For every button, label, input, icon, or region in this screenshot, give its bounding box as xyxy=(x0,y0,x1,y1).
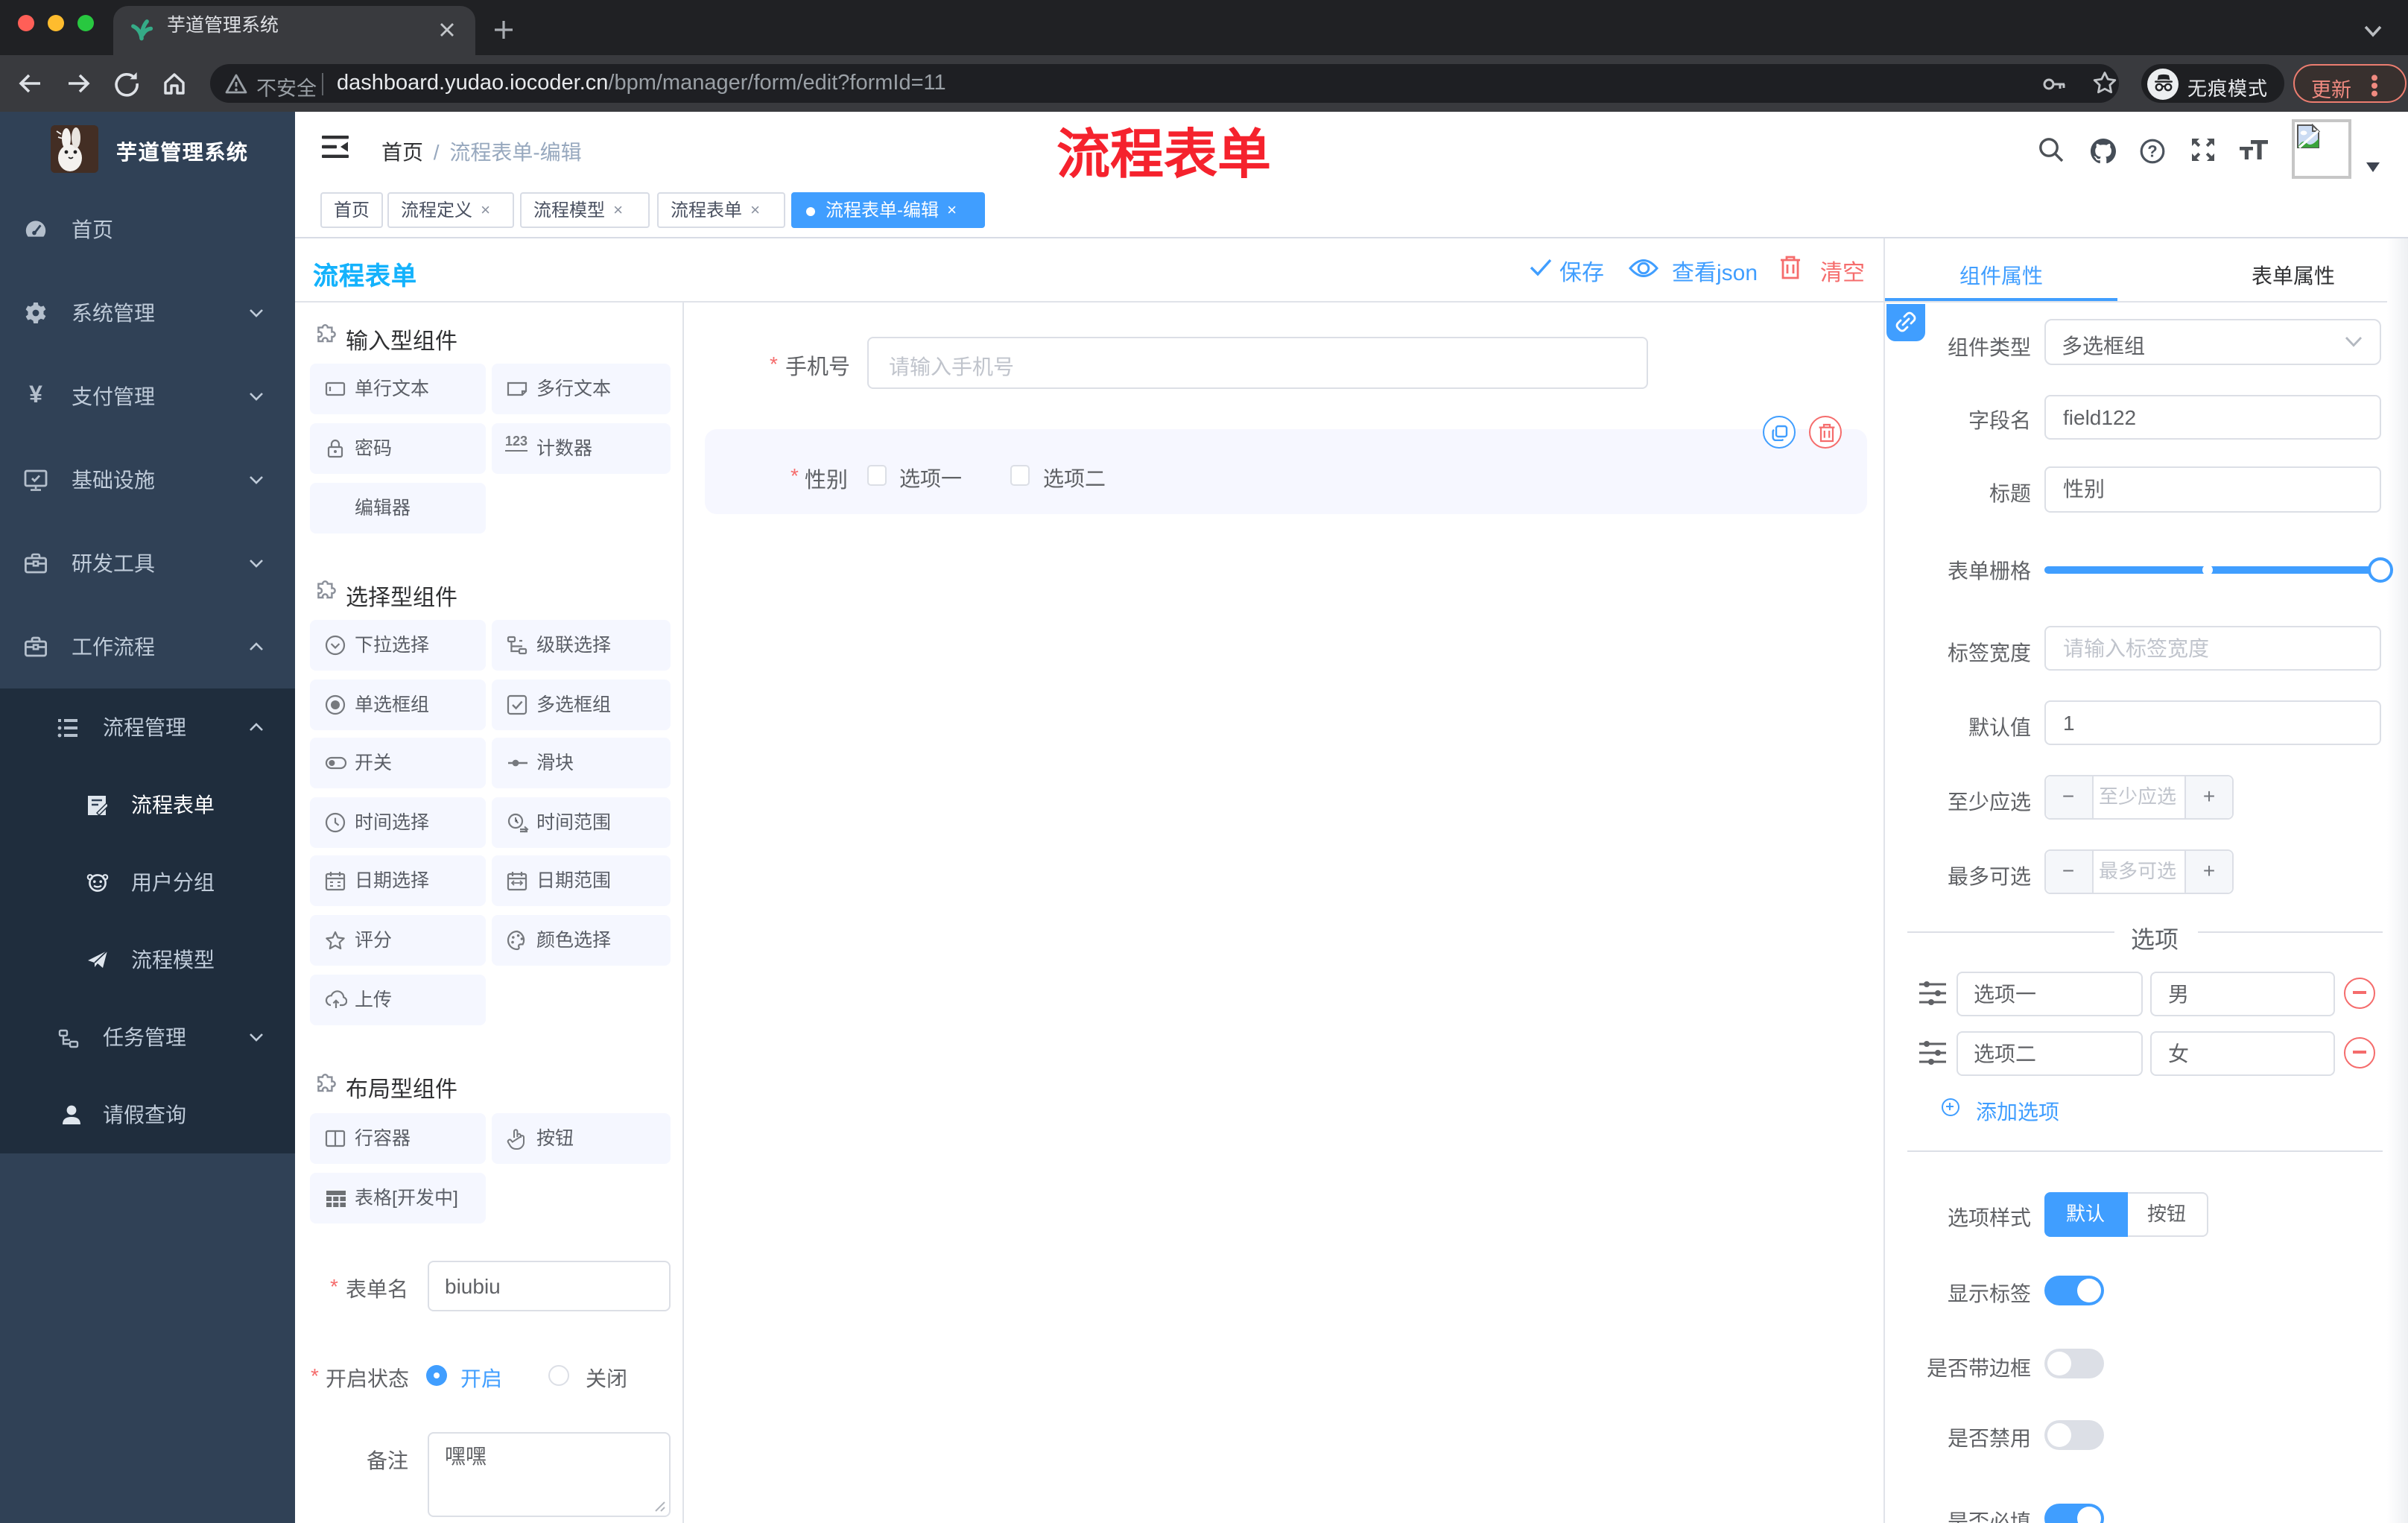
svg-text:?: ? xyxy=(2147,141,2157,159)
